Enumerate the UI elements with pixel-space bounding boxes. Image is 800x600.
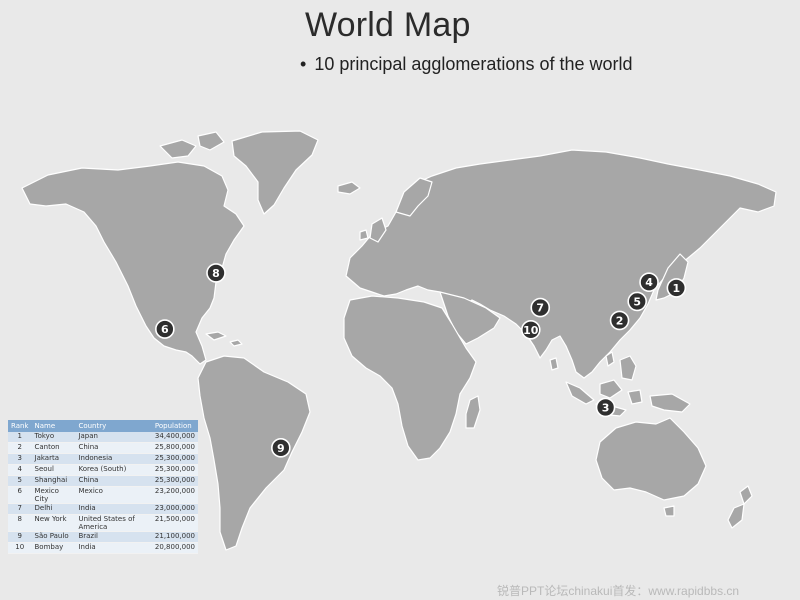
cell-country: United States of America	[75, 514, 152, 532]
marker-label: 9	[277, 442, 285, 455]
cell-rank: 6	[8, 486, 32, 504]
cell-rank: 5	[8, 475, 32, 487]
cell-name: São Paulo	[31, 531, 76, 543]
cell-name: Jakarta	[31, 453, 76, 465]
cell-name: Seoul	[31, 464, 76, 476]
table-row: 8 New York United States of America 21,5…	[8, 514, 198, 532]
cell-country: Korea (South)	[75, 464, 152, 476]
cell-population: 25,800,000	[151, 442, 198, 454]
cell-population: 23,200,000	[151, 486, 198, 504]
cell-name: Mexico City	[31, 486, 76, 504]
agglomerations-table: Rank Name Country Population 1 Tokyo Jap…	[8, 420, 198, 554]
cell-country: Brazil	[75, 531, 152, 543]
city-marker-2: 2	[609, 310, 630, 331]
cell-population: 21,500,000	[151, 514, 198, 532]
sri-lanka	[549, 357, 559, 371]
slide: 1 2 3 4 5 6 7 8 9 10 World Map • 10 principal agg…	[0, 0, 800, 600]
cell-rank: 7	[8, 503, 32, 515]
cell-rank: 10	[8, 542, 32, 554]
arctic-islands	[159, 131, 225, 159]
table-header-country: Country	[75, 420, 152, 432]
cell-country: China	[75, 475, 152, 487]
cell-country: India	[75, 503, 152, 515]
cell-population: 25,300,000	[151, 453, 198, 465]
marker-label: 8	[212, 267, 220, 280]
caribbean	[205, 331, 243, 347]
marker-label: 3	[602, 401, 610, 414]
city-marker-1: 1	[666, 278, 687, 298]
marker-label: 6	[161, 323, 169, 336]
table-row: 9 São Paulo Brazil 21,100,000	[8, 531, 198, 543]
table-header-population: Population	[151, 420, 198, 432]
cell-population: 20,800,000	[151, 542, 198, 554]
cell-country: Indonesia	[75, 453, 152, 465]
city-marker-10: 10	[520, 319, 541, 340]
cell-country: Mexico	[75, 486, 152, 504]
cell-name: Delhi	[31, 503, 76, 515]
city-marker-8: 8	[206, 263, 226, 283]
cell-name: Bombay	[31, 542, 76, 554]
cell-rank: 1	[8, 432, 32, 443]
cell-country: India	[75, 542, 152, 554]
bullet-dot: •	[300, 54, 307, 74]
iceland	[337, 181, 361, 195]
cell-rank: 9	[8, 531, 32, 543]
city-marker-6: 6	[155, 319, 175, 339]
cell-name: Tokyo	[31, 432, 76, 443]
cell-rank: 8	[8, 514, 32, 532]
subtitle-bullet: • 10 principal agglomerations of the wor…	[300, 54, 633, 75]
slide-subtitle: 10 principal agglomerations of the world	[314, 54, 633, 74]
table-row: 5 Shanghai China 25,300,000	[8, 475, 198, 487]
cell-population: 25,300,000	[151, 464, 198, 476]
cell-population: 23,000,000	[151, 503, 198, 515]
marker-label: 5	[633, 295, 641, 308]
madagascar	[465, 395, 481, 429]
city-marker-9: 9	[271, 438, 291, 458]
table-row: 4 Seoul Korea (South) 25,300,000	[8, 464, 198, 476]
table-row: 10 Bombay India 20,800,000	[8, 542, 198, 554]
table-row: 3 Jakarta Indonesia 25,300,000	[8, 453, 198, 465]
australia	[595, 417, 707, 501]
marker-label: 4	[645, 276, 653, 289]
table-header-row: Rank Name Country Population	[8, 420, 198, 432]
greenland	[231, 130, 319, 215]
city-marker-7: 7	[530, 297, 551, 318]
new-zealand	[727, 485, 753, 529]
cell-rank: 2	[8, 442, 32, 454]
cell-population: 21,100,000	[151, 531, 198, 543]
south-america	[197, 355, 311, 551]
new-guinea	[649, 393, 691, 413]
watermark: 锐普PPT论坛chinakui首发：www.rapidbbs.cn	[497, 584, 740, 598]
tasmania	[663, 505, 675, 517]
cell-rank: 4	[8, 464, 32, 476]
table-header-rank: Rank	[8, 420, 32, 432]
marker-label: 1	[673, 282, 681, 295]
cell-country: Japan	[75, 432, 152, 443]
city-marker-3: 3	[595, 397, 616, 418]
marker-label: 7	[536, 302, 544, 315]
table-row: 2 Canton China 25,800,000	[8, 442, 198, 454]
table-row: 1 Tokyo Japan 34,400,000	[8, 432, 198, 443]
cell-population: 25,300,000	[151, 475, 198, 487]
marker-label: 10	[523, 324, 539, 337]
cell-country: China	[75, 442, 152, 454]
philippines	[605, 351, 637, 381]
cell-population: 34,400,000	[151, 432, 198, 443]
slide-title: World Map	[305, 6, 471, 44]
cell-name: New York	[31, 514, 76, 532]
city-marker-5: 5	[627, 291, 647, 312]
city-marker-4: 4	[639, 272, 659, 293]
cell-rank: 3	[8, 453, 32, 465]
cell-name: Canton	[31, 442, 76, 454]
cell-name: Shanghai	[31, 475, 76, 487]
table-row: 6 Mexico City Mexico 23,200,000	[8, 486, 198, 504]
marker-label: 2	[616, 314, 624, 327]
table-header-name: Name	[31, 420, 76, 432]
table-row: 7 Delhi India 23,000,000	[8, 503, 198, 515]
